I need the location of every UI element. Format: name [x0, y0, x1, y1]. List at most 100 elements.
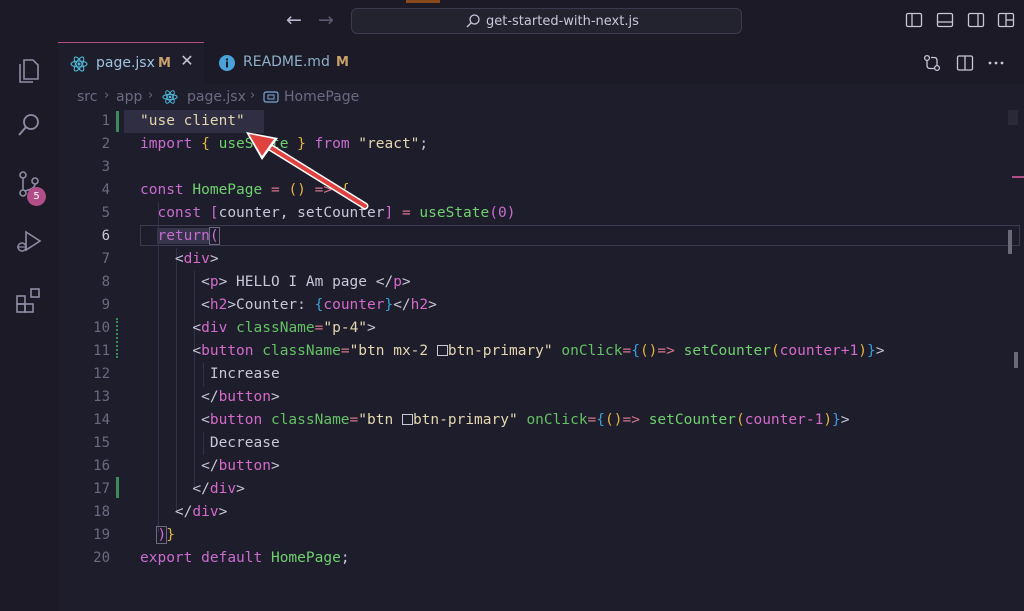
code-line: 11 <button className="btn mx-2 btn-prima…	[58, 340, 1008, 363]
search-sidebar-icon[interactable]	[14, 110, 44, 140]
code-token: className	[236, 320, 315, 336]
code-line: 2 import { useState } from "react";	[58, 133, 1008, 156]
code-token: ()	[605, 412, 623, 428]
code-token: ;	[419, 136, 429, 152]
code-token: )	[156, 526, 168, 544]
code-token: =	[587, 412, 597, 428]
breadcrumb-item-app[interactable]: app	[116, 89, 142, 105]
code-token: </	[174, 504, 193, 520]
react-icon	[162, 90, 178, 104]
split-editor-icon[interactable]	[955, 53, 975, 73]
code-token: </	[393, 297, 411, 313]
code-token: HomePage	[270, 550, 341, 566]
editor-tab-bar: page.jsx M ✕ README.md M	[58, 42, 1024, 84]
line-number: 4	[101, 182, 110, 198]
code-token: }	[832, 412, 841, 428]
code-token: setCounter	[683, 343, 771, 359]
line-number: 19	[93, 527, 110, 543]
code-token: div	[183, 251, 210, 267]
code-token: <	[192, 343, 202, 359]
activity-bar: 5	[0, 42, 58, 611]
tab-readme-md[interactable]: README.md M	[204, 42, 364, 84]
code-token: const	[140, 182, 184, 198]
code-token: onClick	[526, 412, 588, 428]
code-token: button	[218, 389, 271, 405]
search-text: get-started-with-next.js	[486, 14, 639, 29]
tab-page-jsx[interactable]: page.jsx M ✕	[58, 42, 204, 84]
code-token: div	[192, 504, 219, 520]
line-number: 3	[101, 159, 110, 175]
code-token: btn-primary"	[447, 343, 553, 359]
code-token: >	[209, 251, 219, 267]
code-token: )	[823, 412, 833, 428]
symbol-variable-icon	[263, 91, 279, 103]
code-token: }	[166, 527, 175, 543]
source-control-badge: 5	[27, 187, 46, 206]
code-token: (	[208, 227, 220, 245]
code-token: default	[201, 550, 263, 566]
code-token: )	[858, 343, 867, 359]
line-number: 18	[93, 504, 110, 520]
code-token: ]	[384, 205, 394, 221]
code-token: >	[428, 297, 437, 313]
back-arrow-icon[interactable]: ←	[284, 10, 304, 30]
code-token: p	[209, 274, 219, 290]
close-icon[interactable]: ✕	[178, 52, 196, 70]
code-token: counter+1	[779, 343, 859, 359]
code-line: 12 Increase	[58, 363, 1008, 386]
minimap-slider[interactable]	[1008, 110, 1018, 125]
code-token: ()	[639, 343, 658, 359]
breadcrumb-item-page-jsx[interactable]: page.jsx	[187, 89, 246, 105]
chevron-right-icon: ›	[148, 88, 154, 103]
color-swatch[interactable]	[436, 345, 448, 356]
code-token: "btn mx-2	[349, 343, 437, 359]
code-token: </	[201, 458, 219, 474]
code-line: 7 <div>	[58, 248, 1008, 271]
extensions-icon[interactable]	[14, 285, 44, 315]
forward-arrow-icon[interactable]: →	[316, 10, 336, 30]
code-token: className	[270, 412, 350, 428]
scrollbar-thumb[interactable]	[1008, 230, 1012, 254]
annotation-arrow-icon	[246, 132, 369, 210]
more-actions-icon[interactable]	[986, 53, 1006, 73]
code-token: 0	[497, 205, 507, 221]
code-token: (	[736, 412, 745, 428]
code-line: 18 </div>	[58, 501, 1008, 524]
code-token: button	[201, 343, 254, 359]
code-token: <	[174, 251, 184, 267]
code-token: =	[340, 343, 350, 359]
code-token: >	[840, 412, 850, 428]
breadcrumb-item-src[interactable]: src	[77, 89, 97, 105]
code-token: =	[401, 205, 411, 221]
code-token: (	[770, 343, 780, 359]
line-number: 6	[101, 228, 110, 244]
line-number: 8	[101, 274, 110, 290]
code-token: className	[262, 343, 341, 359]
customize-layout-icon[interactable]	[997, 11, 1015, 29]
line-number: 7	[101, 251, 110, 267]
toggle-primary-sidebar-icon[interactable]	[905, 11, 923, 29]
code-token: {	[596, 412, 606, 428]
code-token: useState	[419, 205, 490, 221]
code-line: 8 <p> HELLO I Am page </p>	[58, 271, 1008, 294]
code-editor[interactable]: 1 "use client" 2 import { useState } fro…	[58, 110, 1024, 611]
line-number: 15	[93, 435, 110, 451]
line-number: 20	[93, 550, 110, 566]
open-changes-icon[interactable]	[922, 53, 942, 73]
code-token: </	[201, 389, 219, 405]
code-token: =>	[622, 412, 640, 428]
code-token: div	[201, 320, 228, 336]
breadcrumb-item-homepage[interactable]: HomePage	[284, 89, 359, 105]
code-token: counter-1	[744, 412, 824, 428]
code-token: > HELLO I Am page </	[218, 274, 394, 290]
run-debug-icon[interactable]	[14, 226, 44, 256]
toggle-secondary-sidebar-icon[interactable]	[967, 11, 985, 29]
line-number: 13	[93, 389, 110, 405]
color-swatch[interactable]	[401, 414, 413, 425]
code-token: h2	[410, 297, 429, 313]
overview-ruler-marker	[1012, 176, 1024, 178]
command-center-search[interactable]: get-started-with-next.js	[351, 8, 742, 34]
explorer-icon[interactable]	[14, 54, 44, 84]
code-token: Decrease	[209, 435, 280, 451]
toggle-panel-icon[interactable]	[936, 11, 954, 29]
